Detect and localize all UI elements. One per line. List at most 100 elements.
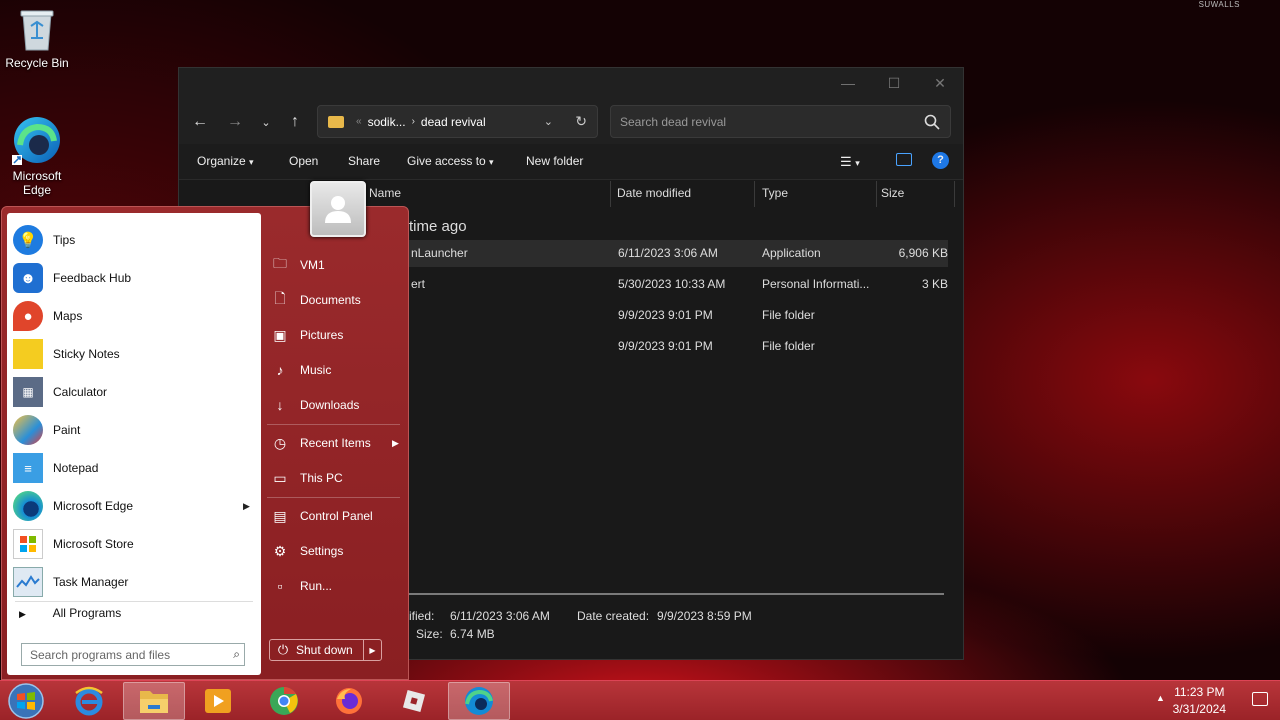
- user-icon: [325, 196, 351, 223]
- shutdown-button[interactable]: ⏻ Shut down ▶: [269, 639, 382, 661]
- taskbar-roblox[interactable]: [383, 682, 445, 720]
- taskbar-internet-explorer[interactable]: [58, 682, 120, 720]
- address-dropdown-icon[interactable]: ⌄: [544, 115, 553, 128]
- app-paint[interactable]: Paint: [13, 411, 80, 449]
- taskbar-edge[interactable]: [448, 682, 510, 720]
- search-icon: ⌕: [233, 647, 240, 661]
- all-programs-label: All Programs: [52, 606, 122, 620]
- maximize-button[interactable]: ☐: [871, 68, 917, 98]
- notification-icon[interactable]: [1252, 692, 1268, 706]
- view-options-button[interactable]: ☰ ▾: [840, 154, 860, 170]
- tips-icon: 💡: [13, 225, 43, 255]
- start-item-vm1[interactable]: 🗀 VM1: [271, 251, 325, 279]
- search-placeholder: Search dead revival: [620, 114, 727, 129]
- task-manager-icon: [13, 567, 43, 597]
- file-size: 6,906 KB: [898, 246, 948, 260]
- open-button[interactable]: Open: [289, 154, 318, 168]
- clock-date: 3/31/2024: [1172, 702, 1226, 716]
- app-notepad[interactable]: ≡ Notepad: [13, 449, 98, 487]
- start-item-label: Control Panel: [300, 509, 373, 523]
- start-item-run[interactable]: ▫ Run...: [271, 572, 333, 600]
- start-item-control-panel[interactable]: ▤ Control Panel: [271, 502, 373, 530]
- windows-orb-icon: [8, 683, 44, 719]
- start-item-recent-items[interactable]: ◷ Recent Items ▶: [271, 429, 399, 457]
- taskbar-media-player[interactable]: [187, 682, 249, 720]
- start-item-label: Settings: [300, 544, 344, 558]
- user-avatar[interactable]: [310, 181, 366, 237]
- taskbar-file-explorer[interactable]: [123, 682, 185, 720]
- details-divider: [409, 593, 944, 595]
- back-button[interactable]: ←: [188, 110, 212, 134]
- give-access-button[interactable]: Give access to ▾: [407, 154, 494, 168]
- column-type[interactable]: Type: [762, 186, 788, 200]
- up-button[interactable]: ↑: [283, 110, 307, 134]
- wallpaper-watermark: SUWALLS: [1198, 0, 1240, 9]
- breadcrumb-current[interactable]: dead revival: [421, 115, 486, 129]
- recent-locations-button[interactable]: ⌄: [254, 110, 278, 134]
- share-button[interactable]: Share: [348, 154, 380, 168]
- shutdown-label: Shut down: [296, 643, 353, 657]
- desktop-edge[interactable]: Microsoft Edge: [0, 115, 74, 197]
- app-maps[interactable]: ● Maps: [13, 297, 82, 335]
- preview-pane-button[interactable]: [896, 153, 912, 166]
- app-feedback-hub[interactable]: ☻ Feedback Hub: [13, 259, 131, 297]
- detail-created-label: Date created:: [577, 609, 650, 623]
- chevron-up-icon: ▲: [1156, 693, 1165, 703]
- start-button[interactable]: [0, 682, 52, 720]
- media-player-icon: [205, 689, 231, 713]
- app-calculator[interactable]: ▦ Calculator: [13, 373, 107, 411]
- search-input[interactable]: Search dead revival: [610, 105, 951, 138]
- file-name: nLauncher: [411, 246, 468, 260]
- start-item-music[interactable]: ♪ Music: [271, 356, 332, 384]
- minimize-button[interactable]: —: [825, 68, 871, 98]
- submenu-arrow-icon[interactable]: ▶: [243, 501, 250, 512]
- start-item-settings[interactable]: ⚙ Settings: [271, 537, 344, 565]
- column-date-modified[interactable]: Date modified: [617, 186, 691, 200]
- start-item-pictures[interactable]: ▣ Pictures: [271, 321, 343, 349]
- file-date: 6/11/2023 3:06 AM: [618, 246, 718, 260]
- column-name[interactable]: Name: [369, 186, 401, 200]
- start-search-placeholder: Search programs and files: [30, 647, 171, 662]
- start-search-input[interactable]: Search programs and files ⌕: [21, 643, 245, 666]
- close-button[interactable]: ✕: [917, 68, 963, 98]
- gear-icon: ⚙: [273, 542, 287, 559]
- app-label: Tips: [53, 233, 76, 247]
- system-clock[interactable]: 11:23 PM 3/31/2024: [1173, 684, 1226, 718]
- help-button[interactable]: ?: [932, 152, 949, 169]
- breadcrumb-parent[interactable]: sodik...: [368, 115, 406, 129]
- start-item-documents[interactable]: 🗋 Documents: [271, 286, 360, 314]
- app-microsoft-edge[interactable]: Microsoft Edge ▶: [13, 487, 250, 525]
- desktop-recycle-bin[interactable]: Recycle Bin: [0, 8, 74, 70]
- start-item-label: Recent Items: [300, 436, 371, 450]
- submenu-arrow-icon: ▶: [392, 437, 399, 448]
- shutdown-options-button[interactable]: ▶: [363, 640, 381, 660]
- file-type: Personal Informati...: [762, 277, 870, 291]
- column-size[interactable]: Size: [881, 186, 904, 200]
- taskbar-firefox[interactable]: [318, 682, 380, 720]
- organize-button[interactable]: Organize ▾: [197, 154, 254, 168]
- file-type: File folder: [762, 339, 815, 353]
- column-headers: Name Date modified Type Size: [179, 181, 955, 207]
- app-tips[interactable]: 💡 Tips: [13, 221, 75, 259]
- new-folder-button[interactable]: New folder: [526, 154, 583, 168]
- app-task-manager[interactable]: Task Manager: [13, 563, 128, 601]
- app-label: Microsoft Edge: [53, 499, 134, 513]
- all-programs-button[interactable]: ▶ All Programs: [19, 606, 121, 620]
- edge-icon: [465, 687, 493, 715]
- taskbar-chrome[interactable]: [253, 682, 315, 720]
- app-microsoft-store[interactable]: Microsoft Store: [13, 525, 134, 563]
- detail-created-value: 9/9/2023 8:59 PM: [657, 609, 752, 623]
- address-bar[interactable]: « sodik... › dead revival ⌄ ↻: [317, 105, 598, 138]
- music-icon: ♪: [276, 362, 284, 378]
- start-item-this-pc[interactable]: ▭ This PC: [271, 464, 342, 492]
- show-hidden-icons-button[interactable]: ▲: [1156, 693, 1165, 703]
- command-bar: Organize ▾ Open Share Give access to ▾ N…: [179, 144, 963, 180]
- refresh-icon[interactable]: ↻: [575, 113, 587, 130]
- forward-button[interactable]: →: [223, 110, 247, 134]
- sticky-notes-icon: [13, 339, 43, 369]
- maps-icon: ●: [13, 301, 43, 331]
- file-size: 3 KB: [921, 277, 948, 291]
- store-icon: [13, 529, 43, 559]
- start-item-downloads[interactable]: ↓ Downloads: [271, 391, 360, 419]
- app-sticky-notes[interactable]: Sticky Notes: [13, 335, 120, 373]
